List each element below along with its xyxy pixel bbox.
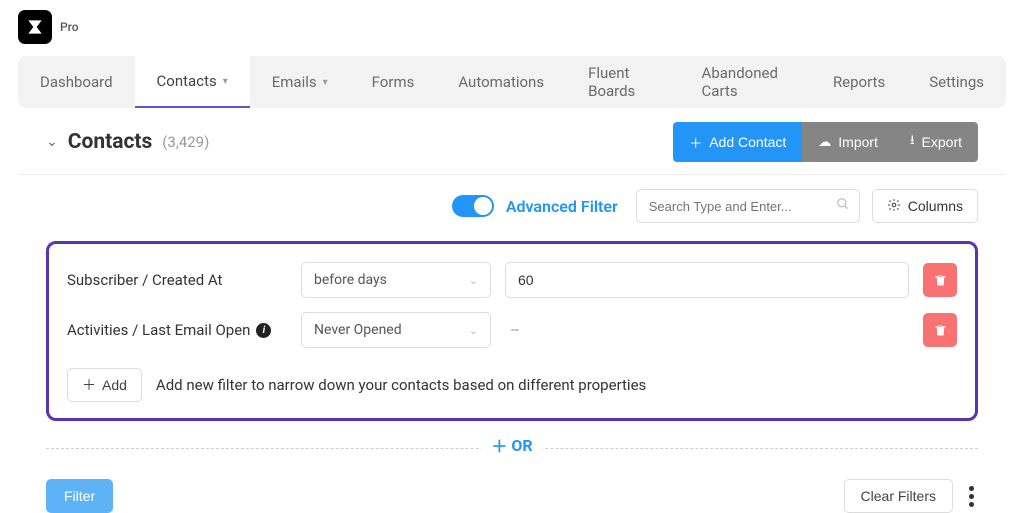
filter-field-label: Subscriber / Created At <box>67 271 287 289</box>
chevron-down-icon: ⌄ <box>469 324 478 337</box>
nav-reports[interactable]: Reports <box>811 56 907 108</box>
plus-icon: ＋ <box>82 375 96 395</box>
add-filter-row: ＋ Add Add new filter to narrow down your… <box>67 368 957 402</box>
or-label: OR <box>511 436 532 455</box>
add-filter-hint: Add new filter to narrow down your conta… <box>156 376 646 394</box>
filter-operator-select[interactable]: before days ⌄ <box>301 262 491 298</box>
nav-emails[interactable]: Emails▾ <box>250 56 350 108</box>
add-filter-button[interactable]: ＋ Add <box>67 368 142 402</box>
app-logo <box>18 10 52 44</box>
delete-filter-button[interactable] <box>923 313 957 347</box>
or-divider[interactable]: ＋ OR <box>46 433 978 463</box>
delete-filter-button[interactable] <box>923 263 957 297</box>
filter-row: Subscriber / Created At before days ⌄ <box>67 262 957 298</box>
add-contact-button[interactable]: ＋ Add Contact <box>673 122 802 162</box>
trash-icon <box>933 323 948 338</box>
filter-group: Subscriber / Created At before days ⌄ Ac… <box>46 241 978 421</box>
chevron-down-icon: ▾ <box>223 76 228 87</box>
more-menu-button[interactable] <box>965 482 978 511</box>
nav-abandoned-carts[interactable]: Abandoned Carts <box>680 56 811 108</box>
page-title: Contacts <box>68 130 153 154</box>
search-wrap <box>636 189 860 223</box>
footer-row: Filter Clear Filters <box>18 463 1006 513</box>
filter-value-static: -- <box>505 322 909 338</box>
advanced-filter-toggle[interactable] <box>452 195 494 217</box>
filter-operator-select[interactable]: Never Opened ⌄ <box>301 312 491 348</box>
download-icon: ⭳ <box>910 131 915 153</box>
nav-automations[interactable]: Automations <box>436 56 566 108</box>
plan-label: Pro <box>60 20 79 34</box>
main-nav: Dashboard Contacts▾ Emails▾ Forms Automa… <box>18 56 1006 108</box>
nav-contacts[interactable]: Contacts▾ <box>135 56 250 108</box>
chevron-down-icon: ⌄ <box>469 274 478 287</box>
plus-icon: ＋ <box>689 133 702 152</box>
controls-row: Advanced Filter Columns <box>18 175 1006 233</box>
import-button[interactable]: ☁ Import <box>802 122 894 162</box>
chevron-down-icon[interactable]: ⌄ <box>46 134 58 150</box>
search-icon <box>836 197 850 215</box>
advanced-filter-label: Advanced Filter <box>506 197 618 216</box>
header-actions: ＋ Add Contact ☁ Import ⭳ Export <box>673 122 978 162</box>
top-bar: Pro <box>0 0 1024 56</box>
cloud-upload-icon: ☁ <box>818 134 831 150</box>
page-header: ⌄ Contacts (3,429) ＋ Add Contact ☁ Impor… <box>18 108 1006 175</box>
nav-forms[interactable]: Forms <box>350 56 437 108</box>
nav-dashboard[interactable]: Dashboard <box>18 56 135 108</box>
trash-icon <box>933 273 948 288</box>
info-icon[interactable]: i <box>256 323 271 338</box>
nav-fluent-boards[interactable]: Fluent Boards <box>566 56 679 108</box>
chevron-down-icon: ▾ <box>323 77 328 88</box>
export-button[interactable]: ⭳ Export <box>894 122 978 162</box>
columns-button[interactable]: Columns <box>872 189 978 223</box>
apply-filter-button[interactable]: Filter <box>46 479 113 513</box>
plus-icon: ＋ <box>491 433 507 457</box>
gear-icon <box>887 198 901 215</box>
filter-row: Activities / Last Email Open i Never Ope… <box>67 312 957 348</box>
nav-settings[interactable]: Settings <box>907 56 1006 108</box>
clear-filters-button[interactable]: Clear Filters <box>844 479 953 513</box>
filter-field-label: Activities / Last Email Open i <box>67 321 287 339</box>
search-input[interactable] <box>636 189 860 223</box>
contact-count: (3,429) <box>162 133 209 151</box>
filter-value-input[interactable] <box>505 262 909 298</box>
